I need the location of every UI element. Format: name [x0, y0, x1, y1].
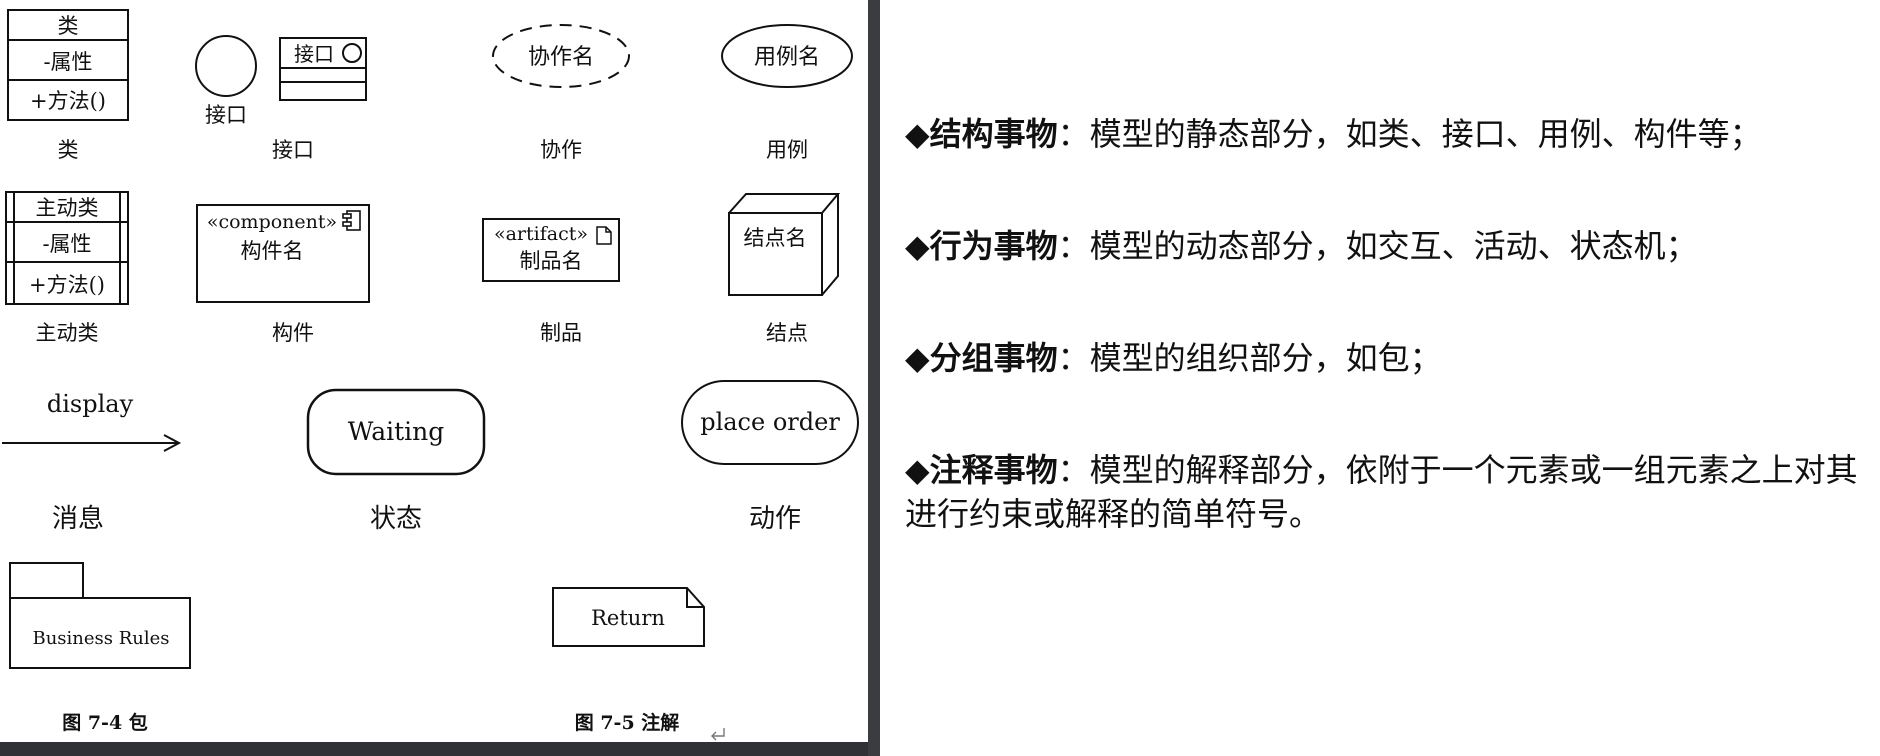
class-method: +方法() [30, 89, 106, 113]
node-label: 结点名 [744, 226, 807, 250]
message-arrow [2, 434, 182, 452]
note-term: 行为事物 [929, 227, 1058, 265]
document-icon [596, 226, 612, 245]
artifact-caption: 制品 [540, 321, 582, 345]
diamond-bullet-icon: ◆ [905, 115, 930, 153]
node-caption: 结点 [766, 321, 808, 345]
interface-lollipop-label: 接口 [205, 103, 247, 127]
usecase-caption: 用例 [766, 138, 808, 162]
active-class-caption: 主动类 [36, 321, 99, 345]
interface-caption: 接口 [272, 138, 314, 162]
interface-lollipop [195, 35, 257, 97]
note-label: Return [591, 606, 665, 630]
message-label: display [47, 390, 134, 418]
component-stereotype: «component» [207, 211, 337, 233]
active-class-method: +方法() [29, 273, 105, 297]
class-attr: -属性 [43, 50, 92, 74]
note-caption: 图 7-5 注解 [575, 711, 680, 734]
window-divider [868, 0, 880, 756]
note-term: 分组事物 [929, 339, 1058, 377]
note-text: ：模型的动态部分，如交互、活动、状态机； [1057, 227, 1698, 265]
note-annotational-things: ◆注释事物：模型的解释部分，依附于一个元素或一组元素之上对其进行约束或解释的简单… [905, 448, 1865, 536]
package-symbol [9, 562, 191, 669]
note-term: 结构事物 [929, 115, 1058, 153]
state-caption: 状态 [370, 504, 422, 534]
uml-figure: 类 -属性 +方法() 类 接口 接口 接口 协作名 协作 用例名 用例 主动类… [0, 0, 868, 742]
active-class-attr: -属性 [42, 232, 91, 256]
note-structural-things: ◆结构事物：模型的静态部分，如类、接口、用例、构件等； [905, 112, 1865, 156]
uml-diagram: 类 -属性 +方法() 类 接口 接口 接口 协作名 协作 用例名 用例 主动类… [2, 9, 859, 741]
active-class-name: 主动类 [36, 196, 99, 220]
message-caption: 消息 [52, 504, 104, 534]
diamond-bullet-icon: ◆ [905, 339, 930, 377]
class-caption: 类 [58, 138, 79, 162]
component-caption: 构件 [272, 321, 314, 345]
note-behavioral-things: ◆行为事物：模型的动态部分，如交互、活动、状态机； [905, 224, 1865, 268]
note-text: ：模型的组织部分，如包； [1057, 339, 1442, 377]
artifact-stereotype: «artifact» [494, 223, 588, 245]
note-grouping-things: ◆分组事物：模型的组织部分，如包； [905, 336, 1865, 380]
collaboration-caption: 协作 [540, 138, 582, 162]
notes-list: ◆结构事物：模型的静态部分，如类、接口、用例、构件等； ◆行为事物：模型的动态部… [905, 112, 1865, 604]
usecase-label: 用例名 [754, 45, 820, 70]
package-caption: 图 7-4 包 [62, 711, 148, 734]
diamond-bullet-icon: ◆ [905, 451, 930, 489]
bottom-bar [0, 742, 868, 756]
diamond-bullet-icon: ◆ [905, 227, 930, 265]
action-label: place order [700, 408, 840, 436]
component-name: 构件名 [241, 239, 304, 263]
package-label: Business Rules [32, 628, 169, 649]
note-text: ：模型的静态部分，如类、接口、用例、构件等； [1057, 115, 1762, 153]
note-term: 注释事物 [929, 451, 1058, 489]
artifact-name: 制品名 [520, 249, 583, 273]
state-label: Waiting [348, 417, 445, 446]
return-mark-icon [711, 728, 725, 741]
collaboration-label: 协作名 [528, 45, 594, 70]
action-caption: 动作 [749, 504, 801, 534]
interface-box-label: 接口 [294, 42, 334, 66]
component-icon [342, 210, 361, 231]
class-name: 类 [58, 14, 79, 38]
